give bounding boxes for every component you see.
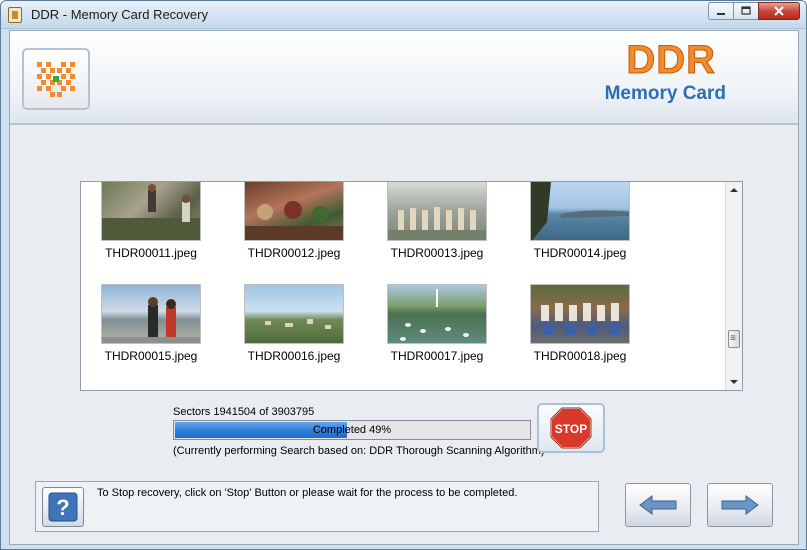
scroll-up-button[interactable] — [726, 182, 742, 198]
photo-thumbnail — [101, 284, 201, 344]
photo-thumbnail — [530, 284, 630, 344]
people-photo-image — [102, 184, 200, 240]
ddr-logo-icon — [37, 62, 75, 97]
client-area: DDR Memory Card THDR00011.jpeg THDR00012… — [9, 30, 799, 545]
team-photo-image — [541, 303, 619, 335]
thumbnail-item[interactable]: THDR00015.jpeg — [86, 284, 216, 363]
brand-title: DDR — [626, 38, 716, 83]
arrow-up-icon — [730, 188, 738, 192]
window-title: DDR - Memory Card Recovery — [31, 7, 208, 22]
minimize-button[interactable] — [708, 2, 734, 20]
stop-label: STOP — [555, 422, 587, 436]
photo-thumbnail — [530, 182, 630, 241]
app-header: DDR Memory Card — [10, 31, 798, 125]
file-name: THDR00014.jpeg — [533, 246, 627, 260]
scroll-down-button[interactable] — [726, 374, 742, 390]
photo-thumbnail — [387, 284, 487, 344]
help-button[interactable]: ? — [42, 487, 84, 527]
couple-photo-image — [102, 297, 200, 343]
thumbnail-item[interactable]: THDR00018.jpeg — [515, 284, 645, 363]
file-name: THDR00018.jpeg — [533, 349, 627, 363]
app-icon — [8, 7, 22, 23]
recovery-progress-bar: Completed 49% — [173, 420, 531, 440]
title-bar[interactable]: DDR - Memory Card Recovery — [1, 1, 806, 29]
help-question-icon: ? — [48, 492, 78, 522]
thumbnail-item[interactable]: THDR00017.jpeg — [372, 284, 502, 363]
file-name: THDR00015.jpeg — [104, 349, 198, 363]
app-window: DDR - Memory Card Recovery DDR Memory Ca… — [0, 0, 807, 550]
photo-thumbnail — [244, 182, 344, 241]
file-name: THDR00016.jpeg — [247, 349, 341, 363]
stop-button[interactable]: STOP — [537, 403, 605, 453]
close-button[interactable] — [758, 2, 800, 20]
thumbnail-item[interactable]: THDR00012.jpeg — [229, 182, 359, 260]
photo-thumbnail — [101, 182, 201, 241]
thumbnail-item[interactable]: THDR00013.jpeg — [372, 182, 502, 260]
minimize-icon — [717, 13, 725, 15]
help-panel: ? To Stop recovery, click on 'Stop' Butt… — [35, 481, 599, 532]
algorithm-status: (Currently performing Search based on: D… — [173, 445, 545, 457]
arrow-left-icon — [639, 495, 677, 515]
thumbnail-item[interactable]: THDR00014.jpeg — [515, 182, 645, 260]
recovered-files-gallery[interactable]: THDR00011.jpeg THDR00012.jpeg THDR00013.… — [80, 181, 743, 391]
photo-thumbnail — [387, 182, 487, 241]
photo-thumbnail — [244, 284, 344, 344]
logo-button[interactable] — [22, 48, 90, 110]
crowd-photo-image — [245, 201, 343, 240]
thumbnail-item[interactable]: THDR00011.jpeg — [86, 182, 216, 260]
progress-label: Completed 49% — [312, 424, 392, 436]
maximize-icon — [741, 6, 751, 15]
vertical-scrollbar[interactable] — [725, 182, 742, 390]
close-icon — [774, 6, 784, 16]
lake-photo-image — [531, 182, 629, 240]
file-name: THDR00012.jpeg — [247, 246, 341, 260]
window-controls — [708, 2, 800, 20]
brand-subtitle: Memory Card — [604, 83, 726, 104]
file-name: THDR00011.jpeg — [105, 246, 197, 260]
stop-sign-icon: STOP — [550, 407, 592, 449]
next-button[interactable] — [707, 483, 773, 527]
maximize-button[interactable] — [733, 2, 759, 20]
help-symbol: ? — [56, 495, 69, 520]
sectors-status: Sectors 1941504 of 3903795 — [173, 406, 315, 418]
thumbnail-item[interactable]: THDR00016.jpeg — [229, 284, 359, 363]
scrollbar-thumb[interactable] — [728, 330, 740, 348]
arrow-right-icon — [721, 495, 759, 515]
pond-photo-image — [400, 289, 469, 341]
file-name: THDR00013.jpeg — [390, 246, 484, 260]
file-name: THDR00017.jpeg — [390, 349, 484, 363]
thumbnail-grid: THDR00011.jpeg THDR00012.jpeg THDR00013.… — [81, 182, 726, 390]
back-button[interactable] — [625, 483, 691, 527]
arrow-down-icon — [730, 380, 738, 384]
city-view-photo-image — [265, 319, 331, 329]
group-photo-image — [388, 207, 486, 240]
help-message: To Stop recovery, click on 'Stop' Button… — [97, 487, 518, 499]
